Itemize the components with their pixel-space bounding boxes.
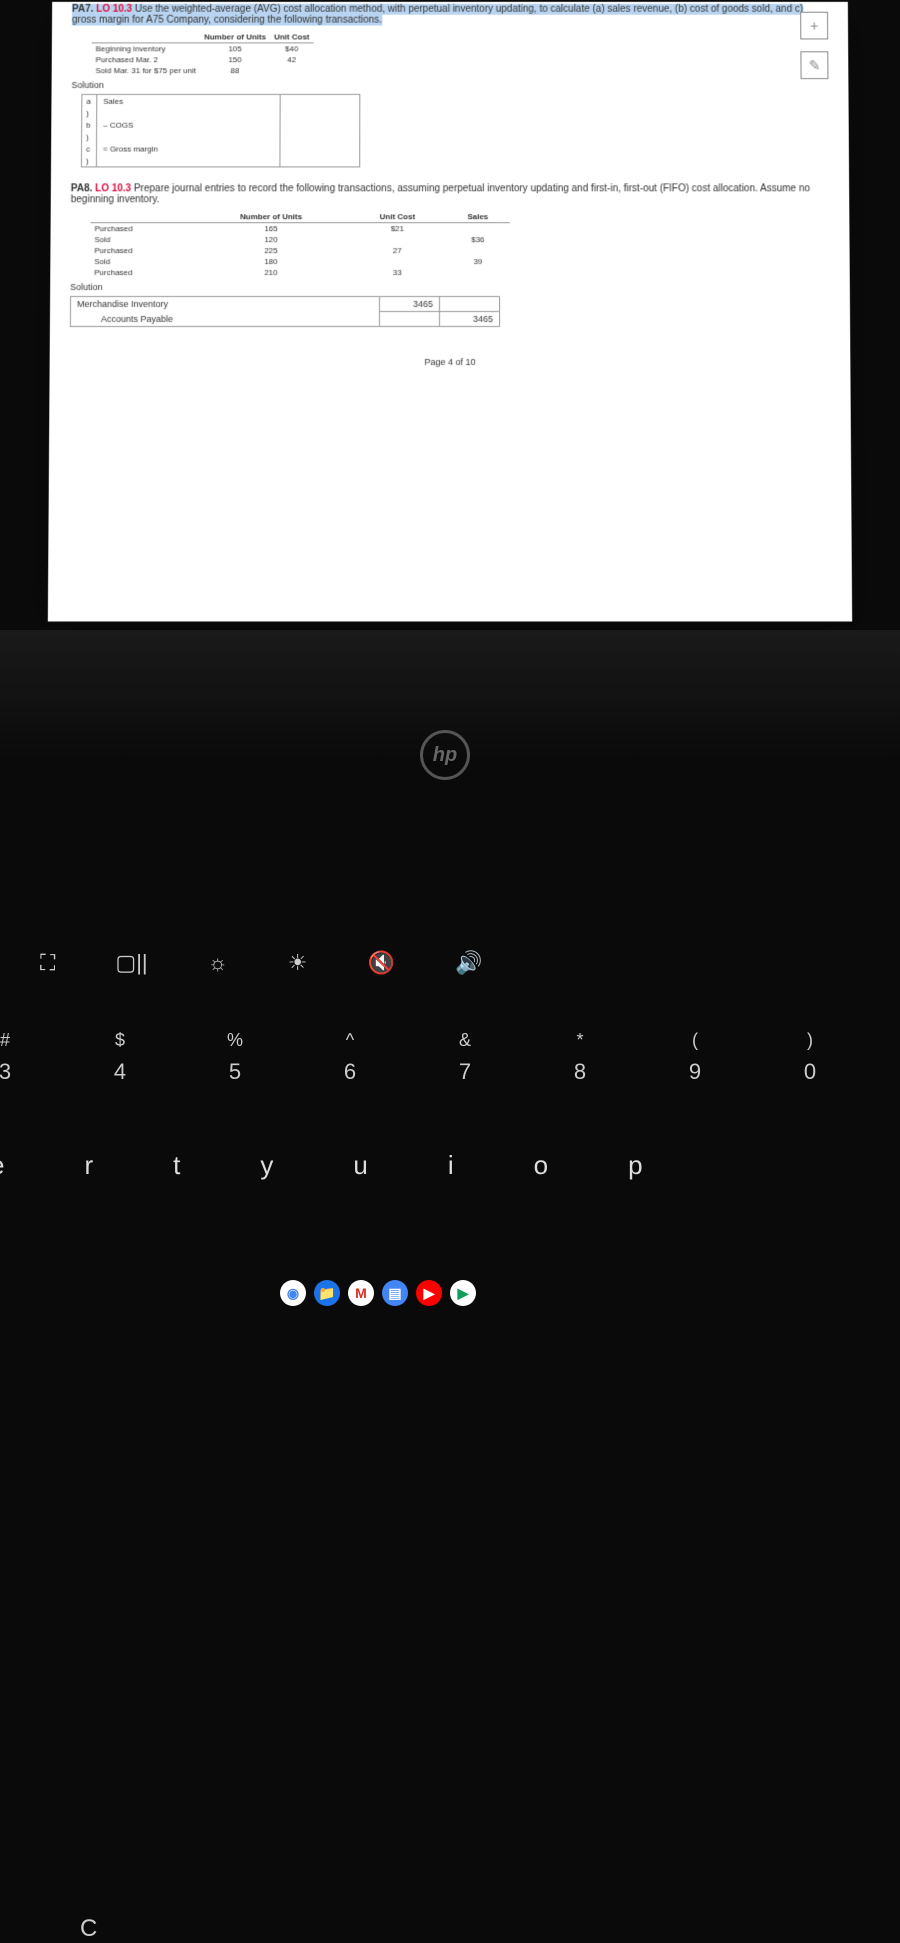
bright-up-key[interactable]: ☀	[288, 950, 308, 976]
document-content: PA7. LO 10.3 Use the weighted-average (A…	[50, 2, 851, 367]
taskbar-gmail-icon[interactable]: M	[348, 1280, 374, 1306]
taskbar-chrome-icon[interactable]: ◉	[280, 1280, 306, 1306]
pa7-question: PA7. LO 10.3 Use the weighted-average (A…	[72, 2, 828, 28]
keyboard: C ⛶▢||☼☀🔇🔊 #3$4%5^6&7*8(9)0 ertyuiop	[0, 950, 900, 1200]
mute-key[interactable]: 🔇	[368, 950, 395, 976]
key-t[interactable]: t	[173, 1150, 180, 1181]
page-number: Page 4 of 10	[70, 357, 831, 367]
pa7-solution-label: Solution	[71, 80, 828, 90]
taskbar: ◉ 📁 M ▤ ▶ ▶	[280, 1280, 476, 1306]
key-7[interactable]: &7	[440, 1030, 490, 1085]
bright-down-key[interactable]: ☼	[208, 950, 228, 976]
key-i[interactable]: i	[448, 1150, 454, 1181]
key-u[interactable]: u	[353, 1150, 367, 1181]
key-p[interactable]: p	[628, 1150, 642, 1181]
key-9[interactable]: (9	[670, 1030, 720, 1085]
taskbar-docs-icon[interactable]: ▤	[382, 1280, 408, 1306]
taskbar-playstore-icon[interactable]: ▶	[450, 1280, 476, 1306]
key-3[interactable]: #3	[0, 1030, 30, 1085]
edit-button[interactable]: ✎	[800, 51, 828, 79]
pa7-table: Number of UnitsUnit Cost Beginning inven…	[91, 32, 313, 77]
taskbar-youtube-icon[interactable]: ▶	[416, 1280, 442, 1306]
key-6[interactable]: ^6	[325, 1030, 375, 1085]
vol-key[interactable]: 🔊	[455, 950, 482, 976]
laptop-screen: + ✎ PA7. LO 10.3 Use the weighted-averag…	[48, 2, 852, 622]
journal-entry: Merchandise Inventory3465 Accounts Payab…	[70, 296, 500, 327]
key-5[interactable]: %5	[210, 1030, 260, 1085]
pa8-table: Number of UnitsUnit CostSales Purchased1…	[90, 211, 510, 278]
key-0[interactable]: )0	[785, 1030, 835, 1085]
key-e[interactable]: e	[0, 1150, 4, 1181]
key-8[interactable]: *8	[555, 1030, 605, 1085]
key-4[interactable]: $4	[95, 1030, 145, 1085]
hp-logo: hp	[420, 730, 470, 780]
expand-button[interactable]: +	[800, 12, 828, 40]
overview-key[interactable]: ▢||	[115, 950, 147, 976]
key-y[interactable]: y	[260, 1150, 273, 1181]
pa7-calc: aSales ) b– COGS ) c= Gross margin )	[81, 94, 360, 167]
taskbar-files-icon[interactable]: 📁	[314, 1280, 340, 1306]
key-o[interactable]: o	[534, 1150, 548, 1181]
pa8-question: PA8. LO 10.3 Prepare journal entries to …	[71, 181, 830, 207]
fullscreen-key[interactable]: ⛶	[40, 950, 55, 976]
refresh-key[interactable]: C	[80, 1915, 97, 1943]
pa8-solution-label: Solution	[70, 282, 830, 292]
key-r[interactable]: r	[84, 1150, 93, 1181]
